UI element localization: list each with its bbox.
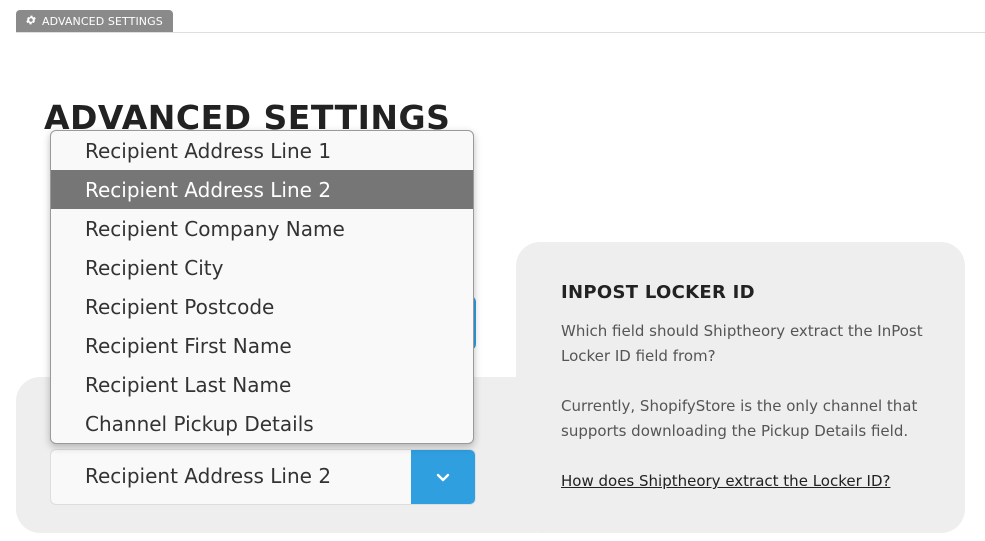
info-note: Currently, ShopifyStore is the only chan… [561,397,918,440]
option-recipient-first-name[interactable]: Recipient First Name [51,326,473,365]
gear-icon [25,14,37,29]
option-recipient-address-line-1[interactable]: Recipient Address Line 1 [51,131,473,170]
locker-id-field-select[interactable]: Recipient Address Line 2 [50,449,476,505]
info-title: INPOST LOCKER ID [561,282,755,303]
option-recipient-company-name[interactable]: Recipient Company Name [51,209,473,248]
option-recipient-address-line-2[interactable]: Recipient Address Line 2 [51,170,473,209]
option-recipient-city[interactable]: Recipient City [51,248,473,287]
select-dropdown-list: Recipient Address Line 1 Recipient Addre… [50,130,474,444]
info-description: Which field should Shiptheory extract th… [561,322,923,365]
tab-divider [16,32,985,33]
select-value: Recipient Address Line 2 [85,464,332,488]
select-dropdown-button[interactable] [411,450,475,504]
tab-advanced-settings[interactable]: ADVANCED SETTINGS [16,10,173,32]
chevron-down-icon [436,468,450,487]
option-channel-pickup-details[interactable]: Channel Pickup Details [51,404,473,443]
option-recipient-last-name[interactable]: Recipient Last Name [51,365,473,404]
tab-label: ADVANCED SETTINGS [42,14,163,28]
help-link[interactable]: How does Shiptheory extract the Locker I… [561,469,890,494]
option-recipient-postcode[interactable]: Recipient Postcode [51,287,473,326]
page: ADVANCED SETTINGS ADVANCED SETTINGS INPO… [0,0,985,541]
info-card: INPOST LOCKER ID Which field should Ship… [516,242,965,533]
